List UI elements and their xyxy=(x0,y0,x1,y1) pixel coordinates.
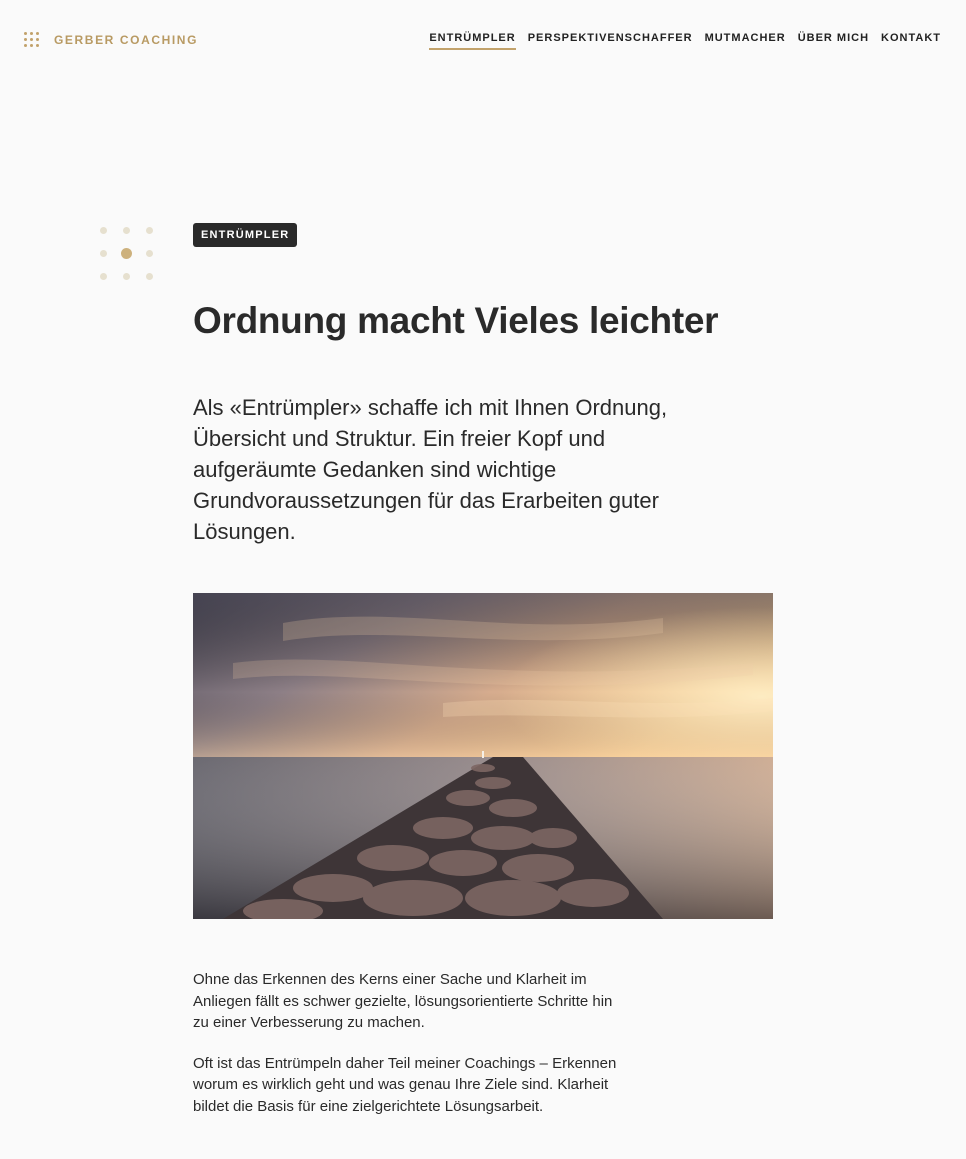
category-tag[interactable]: ENTRÜMPLER xyxy=(193,223,298,247)
body-paragraph: Ohne das Erkennen des Kerns einer Sache … xyxy=(193,971,613,1031)
body-text: Ohne das Erkennen des Kerns einer Sache … xyxy=(193,969,623,1136)
logo-dots-icon xyxy=(24,31,40,48)
nav-item-entruempler[interactable]: ENTRÜMPLER xyxy=(429,32,516,50)
logo-link[interactable]: GERBER COACHING xyxy=(24,31,198,48)
nav-item-ueber-mich[interactable]: ÜBER MICH xyxy=(798,32,869,50)
logo-text: GERBER COACHING xyxy=(54,32,199,47)
lead-paragraph: Als «Entrümpler» schaffe ich mit Ihnen O… xyxy=(193,395,668,544)
nav-item-mutmacher[interactable]: MUTMACHER xyxy=(705,32,786,50)
page: GERBER COACHING ENTRÜMPLER PERSPEKTIVENS… xyxy=(0,0,966,1159)
body-paragraph: Oft ist das Entrümpeln daher Teil meiner… xyxy=(193,1054,617,1115)
nav-item-perspektivenschaffer[interactable]: PERSPEKTIVENSCHAFFER xyxy=(528,32,693,50)
nav-item-kontakt[interactable]: KONTAKT xyxy=(881,32,941,50)
hero-image xyxy=(193,593,773,919)
site-header: GERBER COACHING ENTRÜMPLER PERSPEKTIVENS… xyxy=(0,0,966,78)
decorative-dots-icon xyxy=(100,227,154,281)
main-nav: ENTRÜMPLER PERSPEKTIVENSCHAFFER MUTMACHE… xyxy=(429,32,941,50)
pier-sunset-image xyxy=(193,593,773,919)
page-title: Ordnung macht Vieles leichter xyxy=(193,300,719,341)
